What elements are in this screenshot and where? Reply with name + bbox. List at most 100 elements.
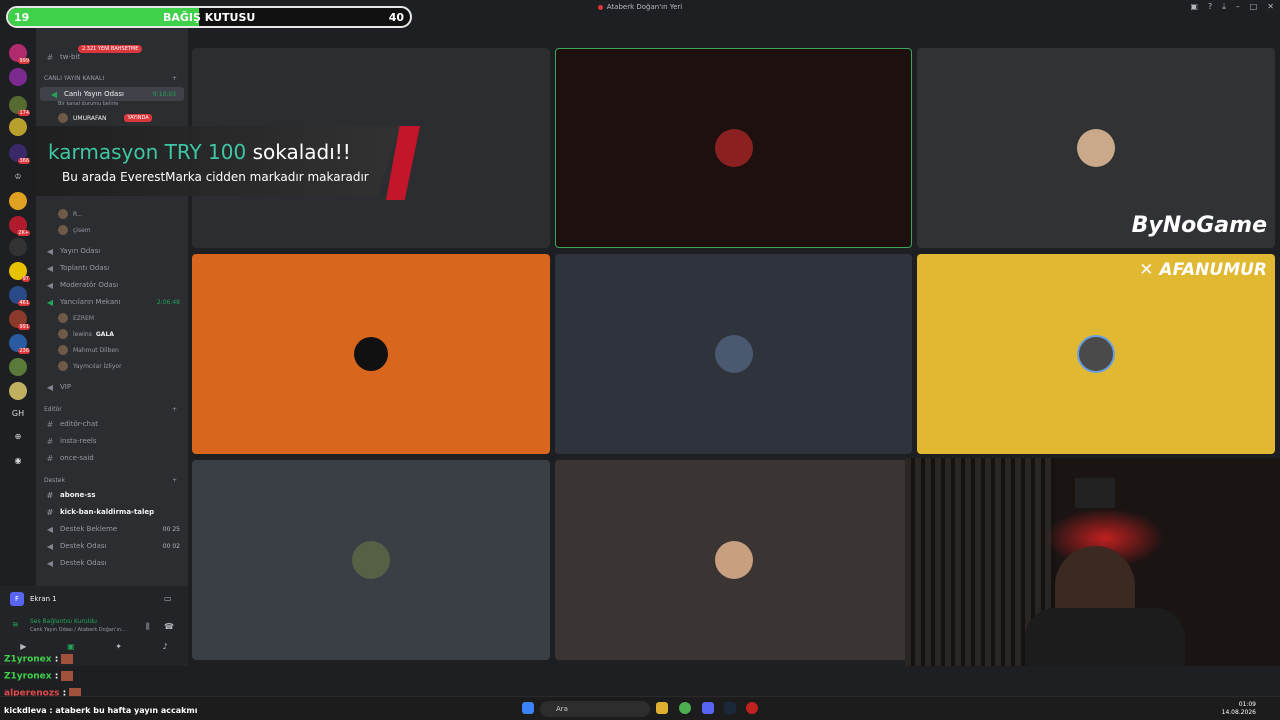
donation-current: 19	[14, 11, 30, 24]
avatar	[1077, 129, 1115, 167]
server-icon[interactable]	[9, 118, 27, 136]
channel-voice[interactable]: ◀ Destek Odası	[36, 556, 188, 570]
donation-alert: karmasyon TRY 100 sokaladı!! Bu arada Ev…	[30, 126, 420, 200]
add-channel-icon[interactable]: +	[172, 477, 177, 484]
video-tile[interactable]	[192, 460, 550, 660]
alert-message: Bu arada EverestMarka cidden markadır ma…	[62, 170, 369, 184]
category-live[interactable]: CANLI YAYIN KANALI +	[44, 75, 177, 82]
discover-icon[interactable]: ◉	[9, 456, 27, 465]
sponsor-logo: ✕ AFANUMUR	[1139, 260, 1267, 280]
channel-kick-ban[interactable]: # kick-ban-kaldirma-talep	[36, 505, 188, 519]
speaker-icon: ◀	[46, 297, 54, 307]
voice-user[interactable]: Mahmut Dilben	[58, 343, 119, 357]
obs-icon[interactable]	[746, 702, 758, 714]
avatar	[58, 345, 68, 355]
server-gh[interactable]: GH	[9, 409, 27, 418]
add-channel-icon[interactable]: +	[172, 406, 177, 413]
voice-user[interactable]: çisem	[58, 223, 91, 237]
emote-icon	[61, 671, 74, 681]
add-server-icon[interactable]: ⊕	[9, 432, 27, 441]
soundboard-icon[interactable]: ♪	[163, 642, 168, 656]
channel-voice[interactable]: ◀ Moderatör Odası	[36, 278, 188, 292]
channel-voice[interactable]: ◀ Toplantı Odası	[36, 261, 188, 275]
speaker-icon: ◀	[46, 558, 54, 568]
noise-icon[interactable]: ⫼	[146, 622, 150, 632]
disconnect-icon[interactable]: ☎	[164, 622, 174, 631]
discord-icon[interactable]	[702, 702, 714, 714]
server-icon[interactable]: 97	[9, 262, 30, 282]
server-icon[interactable]: 999	[9, 44, 30, 64]
server-icon[interactable]	[9, 192, 27, 210]
avatar	[354, 337, 388, 371]
video-tile[interactable]	[192, 254, 550, 454]
hash-icon: #	[46, 490, 54, 500]
voice-user[interactable]: UMURAFAN YAYINDA	[58, 111, 152, 125]
channel-voice[interactable]: ◀ Yayın Odası	[36, 244, 188, 258]
taskbar-search[interactable]: Ara	[540, 701, 650, 717]
activity-icon[interactable]: ✦	[115, 642, 122, 656]
channel-voice[interactable]: ◀ Destek Bekleme 00 25	[36, 522, 188, 536]
hash-icon: #	[46, 52, 54, 62]
server-icon[interactable]: 991	[9, 310, 30, 330]
hash-icon: #	[46, 507, 54, 517]
minimize-button[interactable]: –	[1236, 2, 1240, 12]
connection-status: Ses Bağlantısı Kuruldu	[30, 618, 97, 625]
screen-icon[interactable]: ▭	[164, 594, 172, 603]
server-icon[interactable]	[9, 382, 27, 400]
channel-voice[interactable]: ◀ Destek Odası 00 02	[36, 539, 188, 553]
download-icon[interactable]: ⤓	[1222, 2, 1226, 12]
gala-tag: GALA	[95, 330, 114, 338]
server-icon[interactable]: 461	[9, 286, 30, 306]
server-icon[interactable]: 366	[9, 144, 30, 164]
avatar	[58, 313, 68, 323]
video-tile[interactable]	[555, 254, 912, 454]
inbox-icon[interactable]: ▣	[1190, 2, 1198, 12]
live-badge: YAYINDA	[124, 114, 152, 122]
voice-user[interactable]: R...	[58, 207, 83, 221]
video-tile[interactable]	[555, 460, 912, 660]
video-tile[interactable]: ByNoGame	[917, 48, 1275, 248]
channel-vip[interactable]: ◀ VIP	[36, 380, 188, 394]
file-explorer-icon[interactable]	[656, 702, 668, 714]
category-support[interactable]: Destek +	[44, 477, 177, 484]
server-icon[interactable]	[9, 358, 27, 376]
voice-user[interactable]: lewins GALA	[58, 327, 114, 341]
server-icon[interactable]	[9, 238, 27, 256]
avatar	[58, 225, 68, 235]
video-tile[interactable]	[555, 48, 912, 248]
help-icon[interactable]: ?	[1208, 2, 1212, 12]
x-icon: ✕	[1139, 260, 1160, 280]
donation-goal: 40	[388, 11, 404, 24]
server-icon[interactable]: 2K+	[9, 216, 30, 236]
channel-abone-ss[interactable]: # abone-ss	[36, 488, 188, 502]
video-tile[interactable]: ✕ AFANUMUR	[917, 254, 1275, 454]
voice-user[interactable]: Yaymcılar İzliyor	[58, 359, 122, 373]
signal-icon[interactable]: ≋	[12, 620, 19, 629]
server-icon[interactable]	[9, 68, 27, 86]
add-channel-icon[interactable]: +	[172, 75, 177, 82]
maximize-button[interactable]: □	[1250, 2, 1258, 12]
emote-icon	[61, 654, 74, 664]
steam-icon[interactable]	[724, 702, 736, 714]
folder-icon[interactable]: ♔	[9, 172, 27, 181]
avatar	[352, 541, 390, 579]
channel-once-said[interactable]: # once-said	[36, 451, 188, 465]
connection-channel: Canlı Yayın Odası / Ataberk Doğan'ın...	[30, 627, 126, 633]
server-icon[interactable]: 236	[9, 334, 30, 354]
taskbar-clock[interactable]: 01:09 14.08.2026	[1222, 701, 1256, 717]
speaker-icon: ◀	[46, 280, 54, 290]
mention-pill: 2.321 YENİ BAHSETME	[78, 45, 143, 53]
chat-message: kickdleva : ataberk bu hafta yayın accak…	[4, 706, 198, 715]
chrome-icon[interactable]	[679, 702, 691, 714]
channel-insta-reels[interactable]: # insta-reels	[36, 434, 188, 448]
server-icon[interactable]: 174	[9, 96, 30, 116]
windows-start-icon[interactable]	[522, 702, 534, 714]
category-editor[interactable]: Editör +	[44, 406, 177, 413]
screen-share-label[interactable]: F Ekran 1	[10, 592, 57, 606]
voice-user[interactable]: EZREM	[58, 311, 94, 325]
close-button[interactable]: ✕	[1267, 2, 1274, 12]
avatar	[714, 129, 753, 167]
donation-bar: 19 BAĞIŞ KUTUSU 40	[6, 6, 412, 28]
channel-editor-chat[interactable]: # editör-chat	[36, 417, 188, 431]
channel-voice[interactable]: ◀ Yancıların Mekanı 2:06:48	[36, 295, 188, 309]
